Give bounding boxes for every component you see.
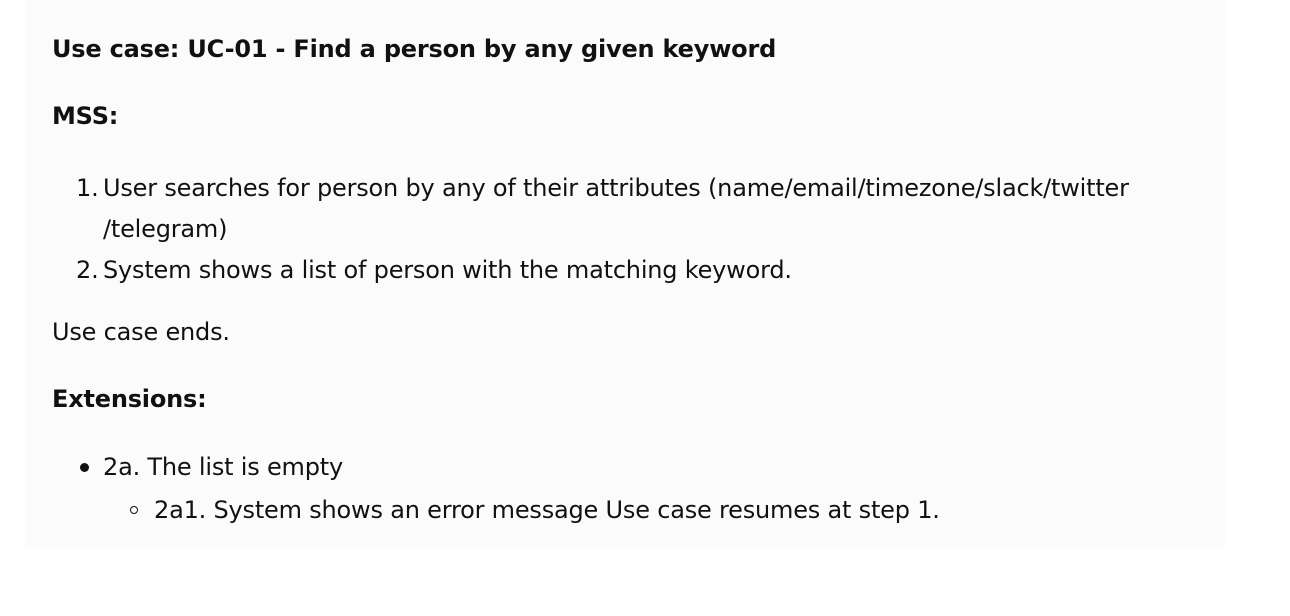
bullet-circle-icon bbox=[130, 506, 138, 514]
mss-heading: MSS: bbox=[52, 102, 119, 130]
step-text: System shows a list of person with the m… bbox=[103, 256, 792, 284]
use-case-title: Use case: UC-01 - Find a person by any g… bbox=[52, 35, 777, 63]
mss-step: 2. System shows a list of person with th… bbox=[52, 250, 1202, 291]
step-number: 2. bbox=[76, 256, 99, 284]
step-number: 1. bbox=[76, 174, 99, 202]
mss-step: 1. User searches for person by any of th… bbox=[52, 168, 1202, 250]
bullet-disc-icon bbox=[80, 463, 89, 472]
extension-text: 2a. The list is empty bbox=[103, 453, 343, 481]
extensions-heading: Extensions: bbox=[52, 385, 207, 413]
extension-sub-text: 2a1. System shows an error message Use c… bbox=[154, 496, 940, 524]
step-text: User searches for person by any of their… bbox=[103, 174, 1129, 243]
mss-step-list: 1. User searches for person by any of th… bbox=[52, 168, 1202, 291]
extension-sub-item: 2a1. System shows an error message Use c… bbox=[103, 494, 1202, 526]
use-case-ends-text: Use case ends. bbox=[52, 318, 230, 346]
extension-sub-list: 2a1. System shows an error message Use c… bbox=[103, 494, 1202, 526]
extensions-list: 2a. The list is empty 2a1. System shows … bbox=[52, 451, 1202, 526]
extension-item: 2a. The list is empty 2a1. System shows … bbox=[52, 451, 1202, 526]
